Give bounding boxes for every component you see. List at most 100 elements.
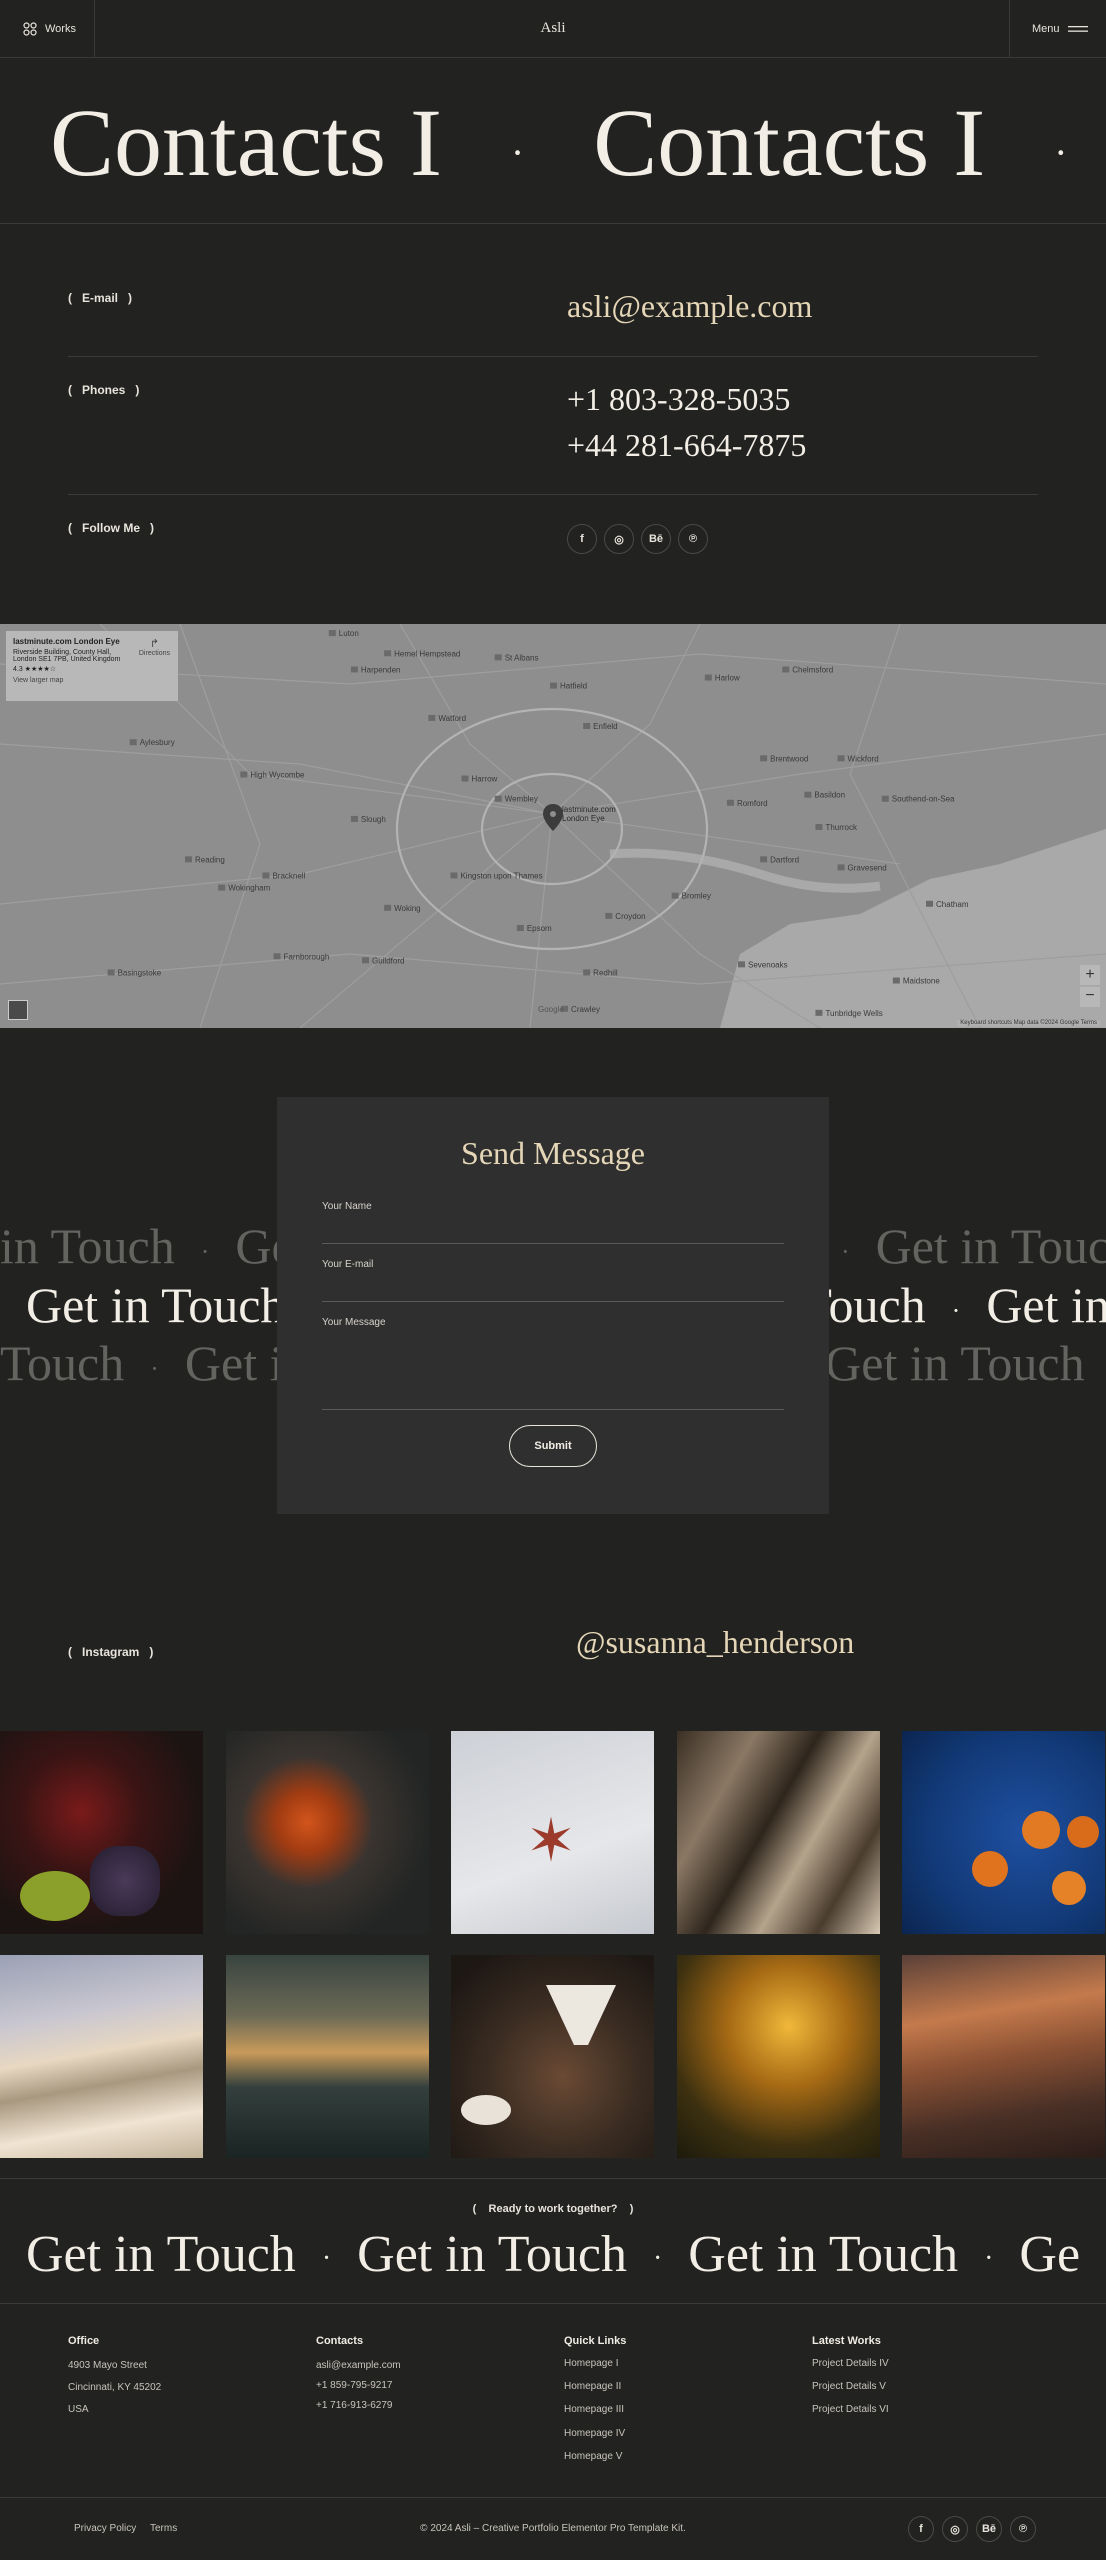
directions-icon: ↱	[149, 638, 160, 650]
map-town-label: Reading	[195, 855, 225, 864]
sand-dunes-photo[interactable]	[0, 1955, 203, 2158]
road-shield-icon	[726, 799, 734, 806]
footer-phone-link[interactable]: +1 716-913-6279	[316, 2400, 392, 2411]
map-town-label: Harrow	[472, 775, 498, 784]
road-shield-icon	[583, 723, 591, 729]
road-shield-icon	[384, 650, 392, 657]
road-shield-icon	[240, 771, 248, 778]
map-town-label: Epsom	[527, 924, 552, 933]
map-town-label: Hemel Hempstead	[394, 649, 460, 658]
footer-email-link[interactable]: asli@example.com	[316, 2360, 401, 2371]
google-map[interactable]: Milton KeynesAylesburyHemel HempsteadSt …	[0, 624, 1106, 1028]
facebook-button[interactable]: f	[908, 2516, 934, 2542]
quick-link[interactable]: Homepage I	[564, 2358, 618, 2369]
road-shield-icon	[550, 682, 557, 689]
name-input[interactable]	[322, 1211, 784, 1241]
map-town-label: Gravesend	[848, 863, 887, 872]
map-town-label: Basildon	[814, 791, 845, 800]
email-tag: ( E-mail )	[68, 291, 133, 305]
divider	[0, 2497, 1106, 2498]
road-shield-icon	[350, 815, 358, 822]
misty-hills-photo[interactable]	[226, 1955, 429, 2158]
latest-work-link[interactable]: Project Details V	[812, 2381, 886, 2392]
directions-button[interactable]: ↱ Directions	[139, 637, 170, 657]
quick-link[interactable]: Homepage V	[564, 2451, 622, 2462]
starfish-sand-photo[interactable]: ✶	[451, 1731, 654, 1934]
site-header: Works Asli Menu	[0, 0, 1106, 58]
pinterest-button[interactable]: ℗	[678, 524, 708, 554]
map-town-label: Brentwood	[770, 754, 808, 763]
email-input[interactable]	[322, 1269, 784, 1299]
submit-button[interactable]: Submit	[509, 1425, 597, 1467]
map-town-label: Maidstone	[903, 977, 940, 986]
behance-button[interactable]: Bē	[641, 524, 671, 554]
map-town-label: Wembley	[505, 795, 538, 804]
map-town-label: High Wycombe	[250, 770, 305, 779]
office-line: Cincinnati, KY 45202	[68, 2382, 162, 2393]
dribbble-icon: ◎	[614, 533, 624, 546]
latest-work-link[interactable]: Project Details IV	[812, 2358, 889, 2369]
follow-tag: ( Follow Me )	[68, 521, 154, 535]
view-larger-map-link[interactable]: View larger map	[13, 677, 171, 684]
phone-link-2[interactable]: +44 281-664-7875	[567, 427, 806, 464]
marquee-separator: ·	[200, 1236, 210, 1266]
wine-grapes-photo[interactable]	[0, 1731, 203, 1934]
email-link[interactable]: asli@example.com	[567, 288, 812, 325]
map-town-label: Tunbridge Wells	[825, 1009, 882, 1018]
map-town-label: Enfield	[593, 722, 617, 731]
facebook-button[interactable]: f	[567, 524, 597, 554]
divider	[0, 2303, 1106, 2304]
desert-rocks-photo[interactable]	[902, 1955, 1105, 2158]
road-shield-icon	[738, 961, 746, 968]
hamburger-icon	[1067, 26, 1088, 32]
map-attribution[interactable]: Keyboard shortcuts Map data ©2024 Google…	[957, 1020, 1100, 1026]
contacts-marquee: Contacts I · Contacts I · C	[0, 88, 1106, 198]
map-town-label: Bracknell	[272, 871, 305, 880]
map-town-label: Kingston upon Thames	[460, 871, 542, 880]
instagram-handle[interactable]: @susanna_henderson	[576, 1624, 854, 1661]
dribbble-button[interactable]: ◎	[604, 524, 634, 554]
message-textarea[interactable]	[322, 1329, 784, 1407]
quick-link[interactable]: Homepage II	[564, 2381, 621, 2392]
message-label: Your Message	[322, 1317, 386, 1328]
zoom-in-button[interactable]: +	[1080, 965, 1100, 985]
map-town-label: Farnborough	[284, 952, 330, 961]
marquee-item: Get in Touch	[26, 2226, 296, 2283]
silk-fabric-photo[interactable]	[677, 1731, 880, 1934]
quick-link[interactable]: Homepage IV	[564, 2428, 625, 2439]
map-town-label: Chelmsford	[792, 665, 833, 674]
coffee-chemex-photo[interactable]	[451, 1955, 654, 2158]
marquee-separator: ·	[652, 2243, 663, 2275]
cta-tag: ( Ready to work together? )	[472, 2203, 634, 2215]
road-shield-icon	[461, 775, 469, 782]
map-town-label: Chatham	[936, 900, 969, 909]
sunflower-photo[interactable]	[677, 1955, 880, 2158]
zoom-out-button[interactable]: −	[1080, 987, 1100, 1007]
map-town-label: Aylesbury	[140, 738, 175, 747]
latest-work-link[interactable]: Project Details VI	[812, 2404, 889, 2415]
oranges-blue-photo[interactable]	[902, 1731, 1105, 1934]
marquee-item: Get in Touch	[688, 2226, 959, 2283]
road-shield-icon	[704, 674, 712, 681]
office-line: 4903 Mayo Street	[68, 2360, 147, 2371]
divider	[0, 223, 1106, 224]
map-type-thumbnail[interactable]	[8, 1000, 28, 1020]
phone-link-1[interactable]: +1 803-328-5035	[567, 381, 790, 418]
quick-link[interactable]: Homepage III	[564, 2404, 624, 2415]
map-town-label: Romford	[737, 799, 768, 808]
orange-bird-photo[interactable]	[226, 1731, 429, 1934]
footer-phone-link[interactable]: +1 859-795-9217	[316, 2380, 392, 2391]
pinterest-icon: ℗	[1018, 2523, 1028, 2535]
behance-button[interactable]: Bē	[976, 2516, 1002, 2542]
marquee-separator: ·	[510, 129, 525, 175]
map-town-label: Luton	[339, 629, 359, 638]
site-logo[interactable]: Asli	[0, 20, 1106, 37]
road-shield-icon	[881, 795, 889, 802]
menu-button[interactable]: Menu	[1009, 0, 1106, 58]
dribbble-button[interactable]: ◎	[942, 2516, 968, 2542]
road-shield-icon	[892, 977, 900, 984]
road-shield-icon	[837, 755, 845, 762]
pinterest-button[interactable]: ℗	[1010, 2516, 1036, 2542]
road-shield-icon	[516, 925, 524, 931]
cta-marquee[interactable]: Get in Touch · Get in Touch · Get in Touch · G…	[0, 2225, 1106, 2291]
